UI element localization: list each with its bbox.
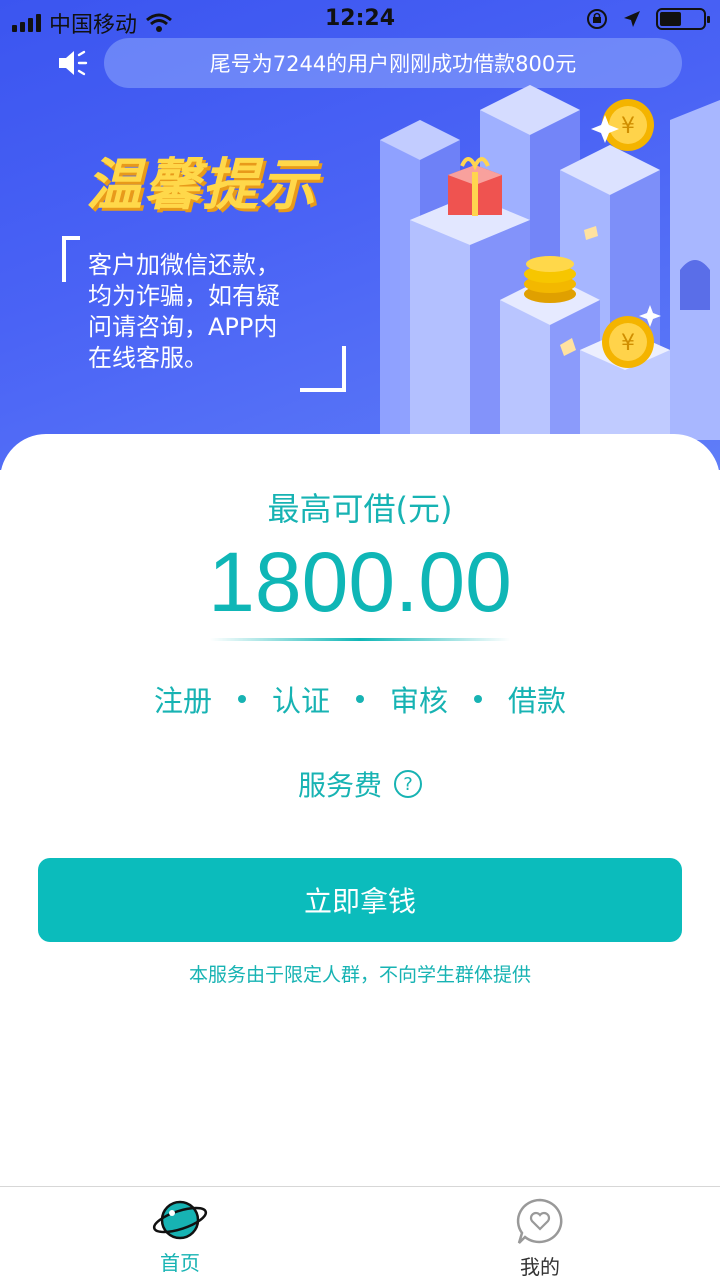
amount-underline bbox=[210, 638, 510, 641]
tip-line: 问请咨询，APP内 bbox=[88, 313, 278, 341]
step-register: 注册 bbox=[153, 684, 212, 718]
heart-bubble-icon bbox=[516, 1198, 563, 1244]
svg-text:¥: ¥ bbox=[621, 331, 635, 356]
process-steps: 注册 认证 审核 借款 bbox=[0, 678, 720, 720]
svg-text:¥: ¥ bbox=[621, 114, 635, 139]
battery-icon bbox=[656, 8, 710, 30]
banner-title: 温馨提示 bbox=[86, 153, 318, 218]
step-loan: 借款 bbox=[508, 684, 567, 718]
step-separator bbox=[237, 695, 246, 703]
bottom-tab-bar: 首页 我的 bbox=[0, 1186, 720, 1280]
status-right bbox=[586, 8, 710, 30]
rotation-lock-icon bbox=[587, 9, 607, 29]
speaker-muted-icon[interactable] bbox=[56, 46, 90, 80]
step-review: 审核 bbox=[390, 684, 449, 718]
loan-card: 最高可借(元) 1800.00 注册 认证 审核 借款 服务费 ? 立即拿钱 本… bbox=[0, 434, 720, 1186]
location-icon bbox=[624, 11, 640, 27]
tip-box: 客户加微信还款， 均为诈骗，如有疑 问请咨询，APP内 在线客服。 bbox=[62, 236, 346, 392]
service-fee-row[interactable]: 服务费 ? bbox=[0, 764, 720, 804]
promo-banner: 中国移动 12:24 尾号为7244的用户刚刚成功借款800元 温馨提示 客户加… bbox=[0, 0, 720, 470]
tab-mine[interactable]: 我的 bbox=[480, 1197, 600, 1280]
status-bar: 中国移动 12:24 bbox=[0, 0, 720, 40]
tab-mine-label: 我的 bbox=[520, 1255, 560, 1279]
get-money-button[interactable]: 立即拿钱 bbox=[38, 858, 682, 942]
disclaimer-text: 本服务由于限定人群，不向学生群体提供 bbox=[188, 964, 531, 986]
service-fee-label[interactable]: 服务费 bbox=[298, 764, 382, 804]
city-illustration: ¥ ¥ bbox=[380, 85, 720, 440]
max-loan-label: 最高可借(元) bbox=[267, 490, 453, 528]
max-loan-amount: 1800.00 bbox=[208, 535, 512, 629]
question-circle-icon[interactable]: ? bbox=[394, 770, 422, 798]
planet-icon bbox=[152, 1200, 208, 1240]
step-verify: 认证 bbox=[271, 684, 330, 718]
step-separator bbox=[356, 695, 364, 703]
tab-home[interactable]: 首页 bbox=[120, 1197, 240, 1276]
step-separator bbox=[474, 695, 483, 703]
tab-home-label: 首页 bbox=[160, 1251, 200, 1275]
bracket-bottom-right bbox=[300, 346, 346, 392]
tip-line: 均为诈骗，如有疑 bbox=[88, 282, 280, 310]
tip-line: 客户加微信还款， bbox=[88, 251, 280, 279]
bracket-top-left bbox=[62, 236, 80, 282]
